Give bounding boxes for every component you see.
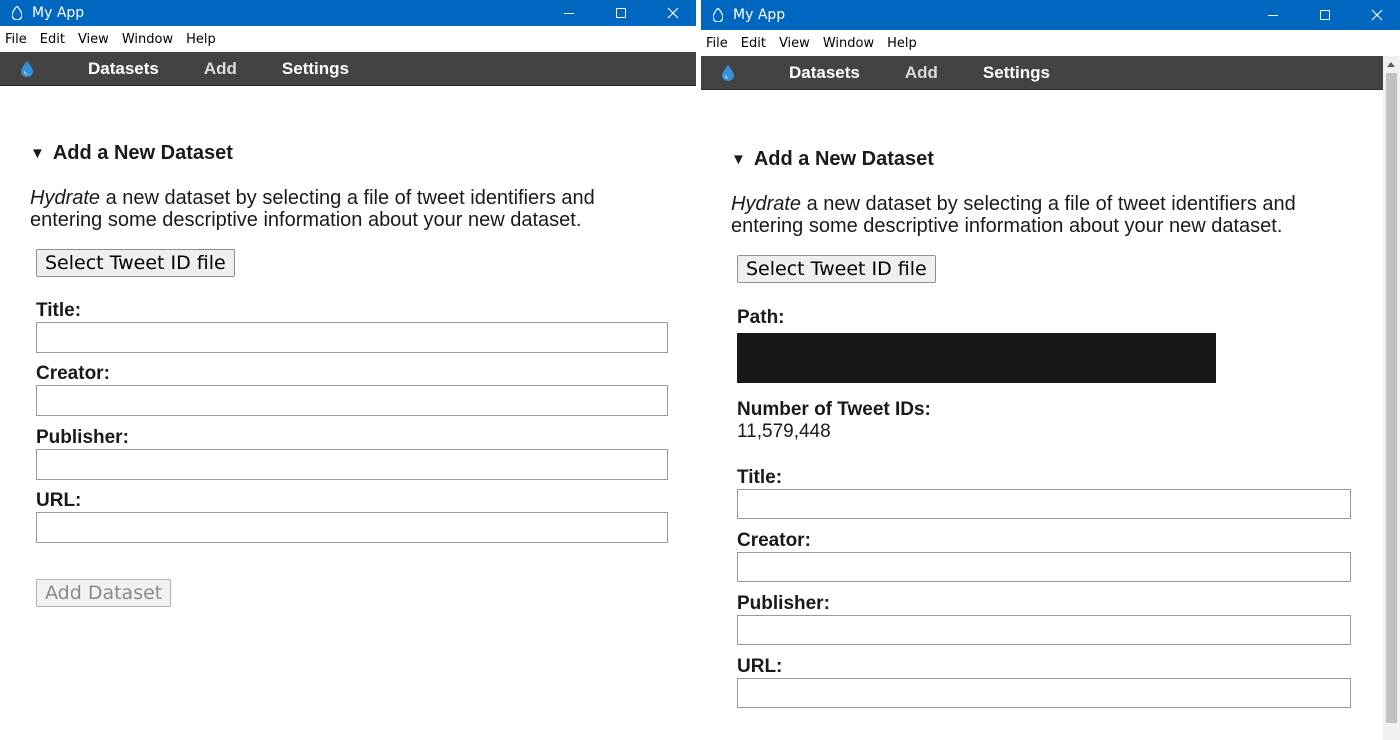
url-input[interactable] bbox=[36, 512, 668, 543]
publisher-input[interactable] bbox=[737, 615, 1351, 645]
creator-label: Creator: bbox=[36, 363, 110, 384]
maximize-icon[interactable] bbox=[1302, 0, 1348, 30]
nav-add[interactable]: Add bbox=[905, 63, 938, 83]
title-label: Title: bbox=[36, 300, 82, 321]
title-input[interactable] bbox=[36, 322, 668, 353]
tweet-count-label: Number of Tweet IDs: bbox=[737, 399, 931, 420]
maximize-icon[interactable] bbox=[598, 0, 644, 26]
triangle-down-icon: ▼ bbox=[731, 151, 746, 168]
section-title: Add a New Dataset bbox=[52, 142, 233, 164]
menu-edit[interactable]: Edit bbox=[741, 36, 766, 51]
minimize-icon[interactable] bbox=[546, 0, 592, 26]
title-label: Title: bbox=[737, 467, 783, 488]
intro-emphasis: Hydrate bbox=[731, 193, 802, 215]
intro-text: Hydrate a new dataset by selecting a fil… bbox=[30, 187, 650, 231]
menu-bar: File Edit View Window Help bbox=[701, 30, 1400, 56]
publisher-input[interactable] bbox=[36, 449, 668, 480]
publisher-label: Publisher: bbox=[737, 593, 830, 614]
path-value-redacted bbox=[737, 333, 1216, 383]
creator-label: Creator: bbox=[737, 530, 811, 551]
nav-bar: Datasets Add Settings bbox=[0, 52, 696, 86]
menu-bar: File Edit View Window Help bbox=[0, 26, 696, 52]
section-toggle[interactable]: ▼ Add a New Dataset bbox=[731, 148, 1370, 171]
select-file-button[interactable]: Select Tweet ID file bbox=[737, 255, 936, 283]
section-toggle[interactable]: ▼ Add a New Dataset bbox=[30, 142, 666, 165]
nav-bar: Datasets Add Settings bbox=[701, 56, 1400, 90]
select-file-button[interactable]: Select Tweet ID file bbox=[36, 249, 235, 277]
intro-body: a new dataset by selecting a file of twe… bbox=[731, 193, 1296, 237]
url-label: URL: bbox=[36, 490, 82, 511]
droplet-icon[interactable] bbox=[719, 64, 737, 81]
section-title: Add a New Dataset bbox=[753, 148, 934, 170]
nav-datasets[interactable]: Datasets bbox=[88, 59, 159, 79]
publisher-label: Publisher: bbox=[36, 427, 129, 448]
intro-body: a new dataset by selecting a file of twe… bbox=[30, 187, 595, 231]
url-label: URL: bbox=[737, 656, 783, 677]
close-icon[interactable] bbox=[1354, 0, 1400, 30]
droplet-icon[interactable] bbox=[18, 60, 36, 77]
creator-input[interactable] bbox=[36, 385, 668, 416]
menu-window[interactable]: Window bbox=[122, 32, 173, 47]
title-bar[interactable]: My App bbox=[701, 0, 1400, 30]
intro-text: Hydrate a new dataset by selecting a fil… bbox=[731, 193, 1351, 237]
scroll-up-icon[interactable] bbox=[1387, 62, 1395, 67]
scroll-thumb[interactable] bbox=[1386, 73, 1397, 723]
menu-file[interactable]: File bbox=[706, 36, 728, 51]
title-input[interactable] bbox=[737, 489, 1351, 519]
path-label: Path: bbox=[737, 307, 785, 328]
droplet-icon bbox=[10, 6, 24, 20]
menu-help[interactable]: Help bbox=[887, 36, 917, 51]
add-dataset-section: ▼ Add a New Dataset Hydrate a new datase… bbox=[701, 90, 1400, 708]
app-window-left: My App File Edit View Window Help Datase… bbox=[0, 0, 696, 740]
intro-emphasis: Hydrate bbox=[30, 187, 101, 209]
nav-settings[interactable]: Settings bbox=[282, 59, 349, 79]
close-icon[interactable] bbox=[650, 0, 696, 26]
nav-datasets[interactable]: Datasets bbox=[789, 63, 860, 83]
menu-help[interactable]: Help bbox=[186, 32, 216, 47]
vertical-scrollbar[interactable] bbox=[1383, 56, 1400, 740]
droplet-icon bbox=[711, 8, 725, 22]
menu-window[interactable]: Window bbox=[823, 36, 874, 51]
title-bar[interactable]: My App bbox=[0, 0, 696, 26]
triangle-down-icon: ▼ bbox=[30, 145, 45, 162]
menu-view[interactable]: View bbox=[78, 32, 109, 47]
nav-add[interactable]: Add bbox=[204, 59, 237, 79]
creator-input[interactable] bbox=[737, 552, 1351, 582]
tweet-count-value: 11,579,448 bbox=[737, 421, 831, 442]
window-title: My App bbox=[733, 7, 786, 23]
add-dataset-section: ▼ Add a New Dataset Hydrate a new datase… bbox=[0, 86, 696, 607]
url-input[interactable] bbox=[737, 678, 1351, 708]
menu-view[interactable]: View bbox=[779, 36, 810, 51]
add-dataset-button[interactable]: Add Dataset bbox=[36, 579, 172, 607]
minimize-icon[interactable] bbox=[1250, 0, 1296, 30]
nav-settings[interactable]: Settings bbox=[983, 63, 1050, 83]
window-title: My App bbox=[32, 5, 85, 21]
menu-file[interactable]: File bbox=[5, 32, 27, 47]
menu-edit[interactable]: Edit bbox=[40, 32, 65, 47]
app-window-right: My App File Edit View Window Help Datase… bbox=[701, 0, 1400, 740]
